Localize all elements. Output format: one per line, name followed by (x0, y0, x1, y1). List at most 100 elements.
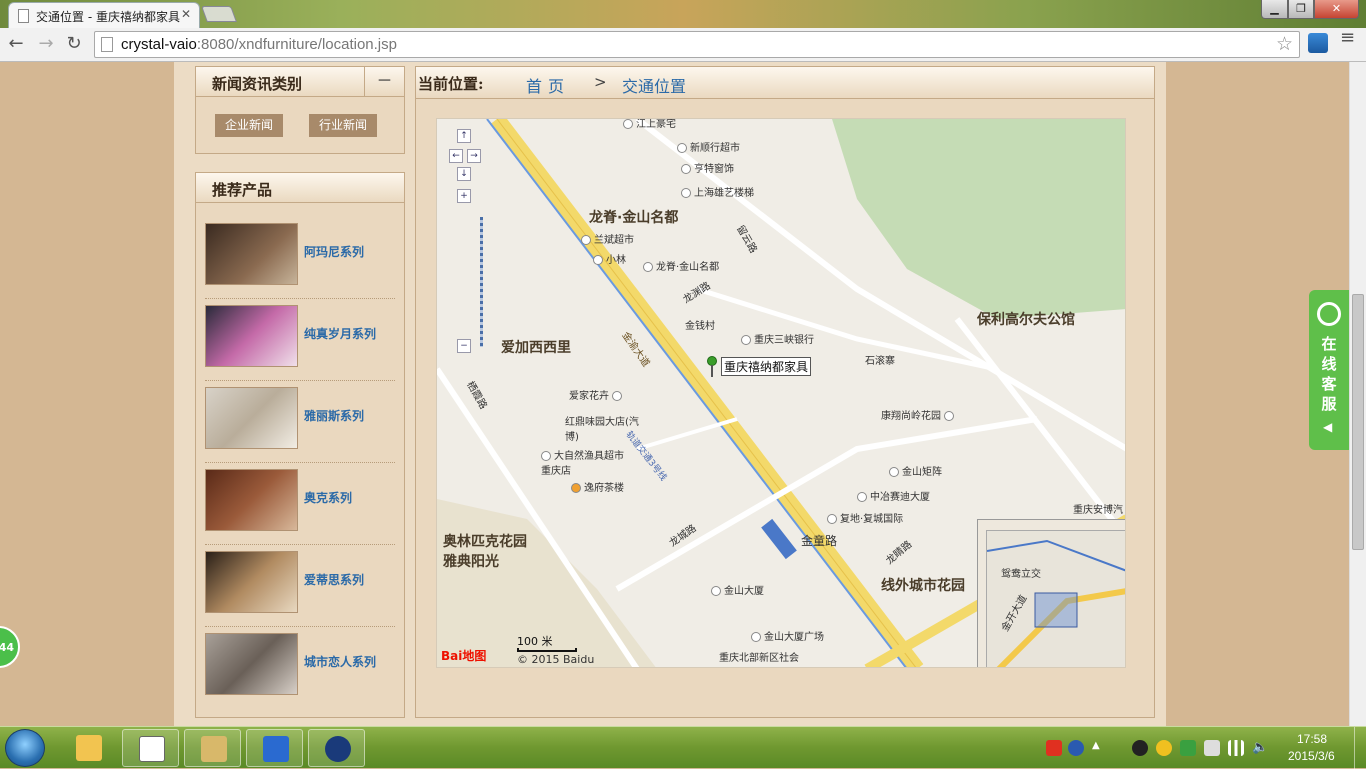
map-poi[interactable]: 龙脊·金山名都 (643, 258, 719, 273)
browser-tab-active[interactable]: 交通位置 - 重庆禧纳都家具 ✕ (8, 2, 200, 28)
collapse-button[interactable]: － (364, 67, 404, 97)
volume-icon[interactable]: 🔈 (1252, 740, 1268, 756)
zoom-slider[interactable] (480, 217, 483, 347)
map-poi[interactable]: 金山大厦广场 (751, 628, 824, 643)
taskbar-app[interactable] (122, 729, 179, 767)
baidu-logo[interactable]: Bai地图 (441, 647, 486, 664)
page-icon (101, 37, 113, 52)
map-poi[interactable]: 爱家花卉 (569, 387, 625, 402)
map-poi[interactable]: 逸府茶楼 (571, 479, 624, 494)
map-poi[interactable]: 江上豪宅 (623, 119, 676, 130)
map-poi[interactable]: 亨特窗饰 (681, 160, 734, 175)
category-industry-news[interactable]: 行业新闻 (309, 114, 377, 137)
tab-close-icon[interactable]: ✕ (181, 7, 191, 21)
window-maximize-button[interactable]: ❐ (1288, 0, 1314, 19)
map-poi[interactable]: 重庆三峡银行 (741, 331, 814, 346)
product-name[interactable]: 阿玛尼系列 (304, 243, 364, 260)
map-poi[interactable]: 上海雄艺楼梯 (681, 184, 754, 199)
map-poi[interactable]: 康翔尚岭花园 (881, 407, 957, 422)
breadcrumb-label: 当前位置: (418, 75, 484, 93)
tray-plus-icon[interactable] (1156, 740, 1172, 756)
product-thumbnail[interactable] (205, 633, 298, 695)
help-icon[interactable] (1068, 740, 1084, 756)
minimap-label: 鸳鸯立交 (1001, 569, 1041, 580)
taskbar-app[interactable] (184, 729, 241, 767)
usb-icon[interactable] (1204, 740, 1220, 756)
online-service-widget[interactable]: 在线客服 ◀ (1309, 290, 1349, 450)
map-poi[interactable]: 重庆北部新区社会保险局 (719, 649, 799, 667)
window-close-button[interactable]: ✕ (1314, 0, 1359, 19)
product-thumbnail[interactable] (205, 551, 298, 613)
reload-icon[interactable]: ↻ (62, 32, 86, 56)
product-item[interactable]: 纯真岁月系列 (205, 299, 395, 381)
poi-label: 石滚寨 (865, 356, 895, 367)
map-poi[interactable]: 复地·复城国际 (827, 510, 903, 525)
tray-app-icon[interactable] (1046, 740, 1062, 756)
product-item[interactable]: 爱蒂思系列 (205, 545, 395, 627)
extension-icon[interactable] (1308, 33, 1328, 53)
location-marker-label[interactable]: 重庆禧纳都家具 (721, 357, 812, 376)
pan-left-icon[interactable]: ← (449, 149, 463, 163)
taskbar-app[interactable] (246, 729, 303, 767)
page-scrollbar[interactable] (1349, 62, 1366, 726)
product-name[interactable]: 奥克系列 (304, 489, 352, 506)
collapse-arrow-icon[interactable]: ◀ (1323, 420, 1332, 434)
online-service-text[interactable]: 在线客服 (1319, 334, 1339, 414)
category-enterprise-news[interactable]: 企业新闻 (215, 114, 283, 137)
baidu-map[interactable]: ↑ ← → ↓ + − 龙脊·金山名都 保利高尔夫公馆 爱加西西里 奥林匹克花园… (436, 118, 1126, 668)
qq-icon[interactable] (1132, 740, 1148, 756)
map-poi[interactable]: 大自然渔具超市重庆店 (541, 447, 625, 477)
zoom-out-icon[interactable]: − (457, 339, 471, 353)
map-copyright: © 2015 Baidu (517, 653, 595, 666)
product-name[interactable]: 雅丽斯系列 (304, 407, 364, 424)
product-item[interactable]: 阿玛尼系列 (205, 217, 395, 299)
bookmark-star-icon[interactable]: ☆ (1276, 33, 1293, 55)
network-signal-icon[interactable] (1228, 740, 1244, 756)
breadcrumb-home-link[interactable]: 首页 (526, 73, 570, 97)
product-thumbnail[interactable] (205, 223, 298, 285)
start-button[interactable] (5, 729, 45, 767)
pan-up-icon[interactable]: ↑ (457, 129, 471, 143)
map-poi[interactable]: 重庆安博汽 (1073, 501, 1123, 516)
map-poi[interactable]: 石滚寨 (865, 352, 895, 367)
product-thumbnail[interactable] (205, 387, 298, 449)
map-poi[interactable]: 中冶赛迪大厦 (857, 488, 930, 503)
product-thumbnail[interactable] (205, 305, 298, 367)
product-name[interactable]: 纯真岁月系列 (304, 325, 376, 342)
zoom-in-icon[interactable]: + (457, 189, 471, 203)
breadcrumb-current[interactable]: 交通位置 (622, 73, 686, 97)
taskbar-explorer[interactable] (60, 729, 117, 767)
address-bar[interactable]: crystal-vaio:8080/xndfurniture/location.… (94, 31, 1300, 58)
map-metro-station[interactable]: 金童路 (801, 532, 837, 549)
clock-time[interactable]: 17:58 (1297, 732, 1327, 746)
poi-icon (711, 586, 721, 596)
product-name[interactable]: 城市恋人系列 (304, 653, 376, 670)
map-poi[interactable]: 金山矩阵 (889, 463, 942, 478)
clock-date[interactable]: 2015/3/6 (1288, 749, 1335, 763)
pan-down-icon[interactable]: ↓ (457, 167, 471, 181)
product-item[interactable]: 奥克系列 (205, 463, 395, 545)
tray-sync-icon[interactable] (1180, 740, 1196, 756)
scrollbar-thumb[interactable] (1352, 294, 1364, 550)
map-poi[interactable]: 小林 (593, 251, 626, 266)
show-desktop-button[interactable] (1354, 727, 1366, 769)
chrome-menu-icon[interactable]: ≡ (1340, 29, 1356, 47)
map-area-label: 爱加西西里 (501, 340, 571, 356)
map-poi[interactable]: 金钱村 (685, 317, 715, 332)
pan-right-icon[interactable]: → (467, 149, 481, 163)
product-name[interactable]: 爱蒂思系列 (304, 571, 364, 588)
taskbar-app[interactable] (308, 729, 365, 767)
product-thumbnail[interactable] (205, 469, 298, 531)
tray-expand-icon[interactable]: ▲ (1092, 740, 1108, 756)
map-poi[interactable]: 金山大厦 (711, 582, 764, 597)
product-item[interactable]: 城市恋人系列 (205, 627, 395, 709)
back-arrow-icon[interactable]: ← (4, 32, 28, 56)
product-item[interactable]: 雅丽斯系列 (205, 381, 395, 463)
overview-minimap[interactable]: 鸳鸯立交 金开大道 (977, 519, 1125, 667)
map-poi[interactable]: 兰斌超市 (581, 231, 634, 246)
window-minimize-button[interactable]: ▁ (1261, 0, 1288, 19)
map-poi[interactable]: 新顺行超市 (677, 139, 740, 154)
forward-arrow-icon[interactable]: → (34, 32, 58, 56)
new-tab-button[interactable] (201, 6, 237, 22)
poi-label: 金山矩阵 (902, 467, 942, 478)
